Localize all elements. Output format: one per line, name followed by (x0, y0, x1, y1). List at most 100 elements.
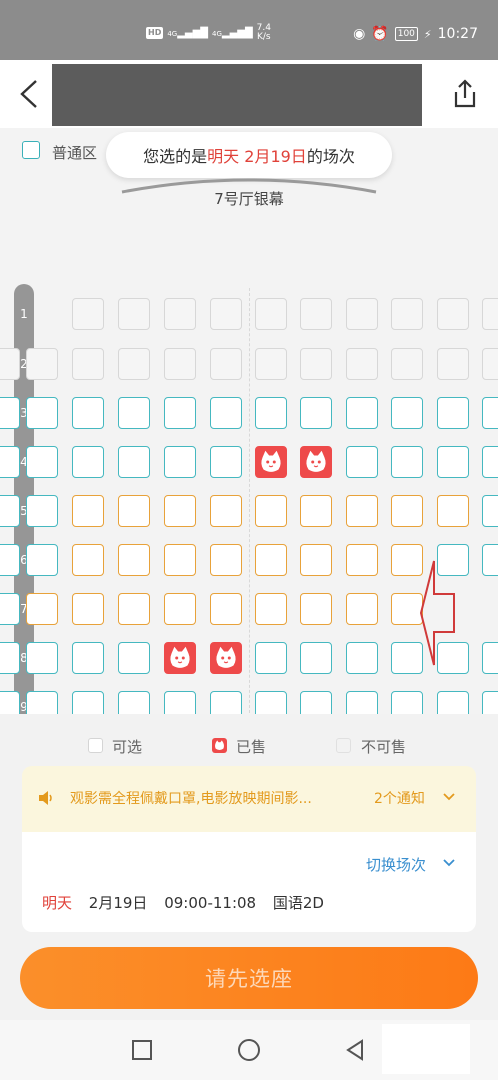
seat[interactable] (0, 446, 20, 478)
seat-unavailable (391, 348, 423, 380)
seat[interactable] (118, 397, 150, 429)
seat[interactable] (300, 397, 332, 429)
seat[interactable] (346, 495, 378, 527)
seat-sold (300, 446, 332, 478)
session-info: 明天 2月19日 09:00-11:08 国语2D (42, 892, 324, 913)
seat[interactable] (118, 544, 150, 576)
seat[interactable] (0, 544, 20, 576)
seat[interactable] (164, 544, 196, 576)
switch-session-button[interactable]: 切换场次 (366, 854, 426, 875)
seat[interactable] (210, 446, 242, 478)
session-format: 国语2D (272, 894, 324, 912)
cat-icon (170, 646, 190, 668)
back-system-button[interactable] (343, 1038, 367, 1062)
seat[interactable] (118, 642, 150, 674)
seat[interactable] (255, 593, 287, 625)
area-label: 普通区 (52, 144, 98, 162)
select-seat-button[interactable]: 请先选座 (20, 947, 478, 1009)
seat[interactable] (346, 642, 378, 674)
seat[interactable] (164, 593, 196, 625)
bubble-date: 明天 2月19日 (207, 147, 307, 166)
seat[interactable] (391, 691, 423, 714)
seat[interactable] (72, 593, 104, 625)
seat[interactable] (164, 446, 196, 478)
seat[interactable] (72, 691, 104, 714)
hd-badge: HD (146, 27, 164, 39)
seat[interactable] (0, 495, 20, 527)
seat[interactable] (72, 446, 104, 478)
seat[interactable] (300, 691, 332, 714)
seat[interactable] (482, 495, 498, 527)
seat[interactable] (26, 446, 58, 478)
seat[interactable] (164, 397, 196, 429)
share-button[interactable] (448, 76, 482, 112)
seat[interactable] (482, 691, 498, 714)
sim2-signal: 4G▂▄▆█ (212, 27, 253, 39)
seat[interactable] (482, 544, 498, 576)
sim1-signal: 4G▂▄▆█ (167, 27, 208, 39)
net-speed: 7.4 K/s (256, 23, 271, 42)
seat[interactable] (437, 495, 469, 527)
back-button[interactable] (12, 76, 48, 112)
seat-unavailable (0, 348, 20, 380)
seat[interactable] (26, 593, 58, 625)
seat[interactable] (72, 397, 104, 429)
seat[interactable] (0, 691, 20, 714)
seat-map[interactable]: 普通区 您选的是 明天 2月19日 的场次 7号厅银幕 123456789 (0, 128, 498, 714)
seat[interactable] (300, 544, 332, 576)
notice-bar[interactable]: 观影需全程佩戴口罩,电影放映期间影... 2个通知 (22, 766, 476, 832)
seat[interactable] (0, 397, 20, 429)
screen-name: 7号厅银幕 (214, 190, 284, 208)
seat[interactable] (255, 397, 287, 429)
seat[interactable] (391, 397, 423, 429)
seat[interactable] (346, 593, 378, 625)
seat[interactable] (482, 446, 498, 478)
seat[interactable] (346, 544, 378, 576)
seat[interactable] (300, 642, 332, 674)
seat[interactable] (300, 495, 332, 527)
seat[interactable] (210, 495, 242, 527)
seat[interactable] (437, 691, 469, 714)
seat[interactable] (0, 593, 20, 625)
seat[interactable] (26, 642, 58, 674)
seat[interactable] (300, 593, 332, 625)
seat[interactable] (26, 691, 58, 714)
seat[interactable] (118, 495, 150, 527)
seat[interactable] (391, 446, 423, 478)
area-checkbox[interactable] (22, 141, 40, 159)
seat-sold (255, 446, 287, 478)
home-button[interactable] (237, 1038, 261, 1062)
seat[interactable] (118, 446, 150, 478)
seat[interactable] (437, 397, 469, 429)
seat[interactable] (346, 691, 378, 714)
seat[interactable] (391, 495, 423, 527)
seat[interactable] (26, 397, 58, 429)
seat[interactable] (118, 691, 150, 714)
seat[interactable] (210, 544, 242, 576)
seat[interactable] (118, 593, 150, 625)
speaker-icon (39, 791, 52, 805)
recents-button[interactable] (130, 1038, 154, 1062)
seat[interactable] (255, 691, 287, 714)
seat[interactable] (255, 642, 287, 674)
seat[interactable] (72, 495, 104, 527)
seat[interactable] (346, 397, 378, 429)
seat[interactable] (210, 397, 242, 429)
seat[interactable] (210, 691, 242, 714)
seat[interactable] (26, 544, 58, 576)
seat[interactable] (210, 593, 242, 625)
seat[interactable] (482, 642, 498, 674)
seat[interactable] (72, 544, 104, 576)
seat[interactable] (26, 495, 58, 527)
seat[interactable] (255, 544, 287, 576)
seat[interactable] (164, 495, 196, 527)
seat[interactable] (437, 446, 469, 478)
seat[interactable] (72, 642, 104, 674)
seat[interactable] (0, 642, 20, 674)
notice-count[interactable]: 2个通知 (374, 788, 425, 808)
seat[interactable] (346, 446, 378, 478)
seat[interactable] (164, 691, 196, 714)
seat[interactable] (255, 495, 287, 527)
notice-text: 观影需全程佩戴口罩,电影放映期间影... (70, 791, 312, 807)
seat[interactable] (482, 397, 498, 429)
